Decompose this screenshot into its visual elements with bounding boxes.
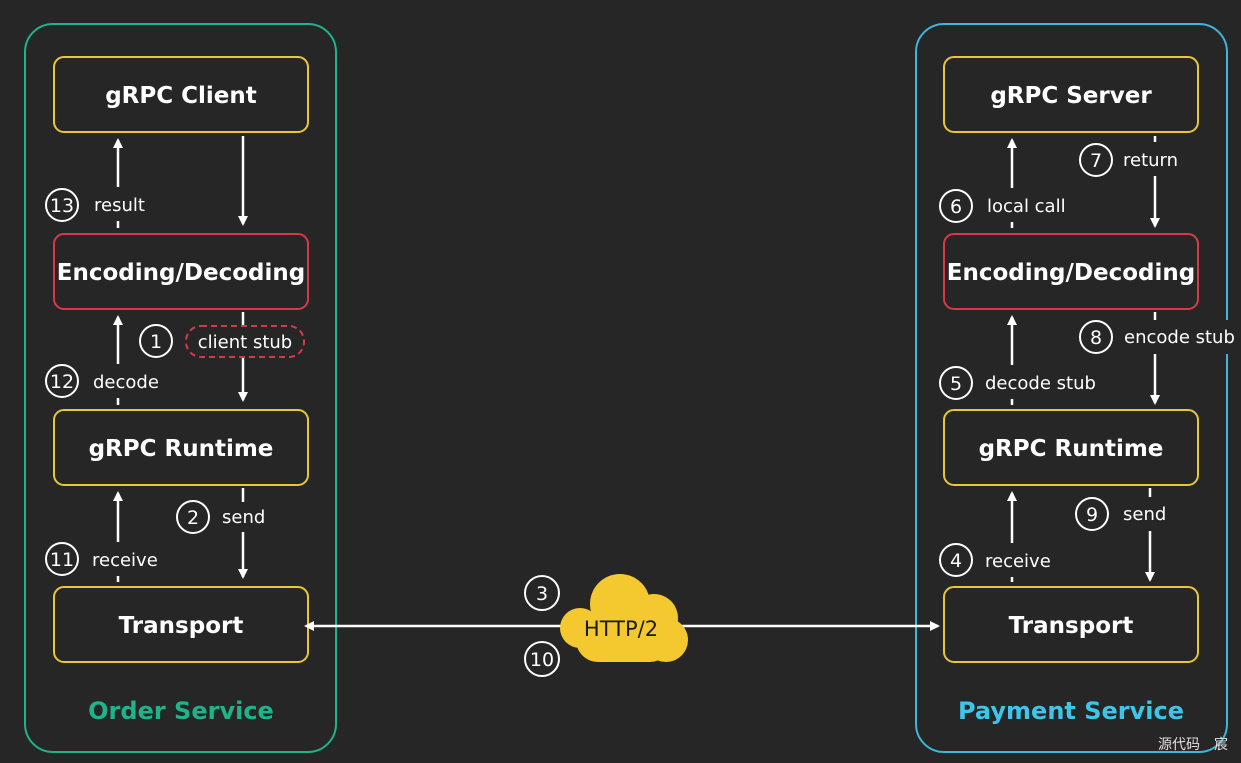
payment-transport-label: Transport: [1009, 613, 1134, 639]
step-7-number: 7: [1090, 150, 1102, 172]
payment-runtime-label: gRPC Runtime: [979, 436, 1164, 462]
step-11-label: receive: [92, 550, 158, 571]
payment-service-label: Payment Service: [958, 697, 1184, 725]
step-12-number: 12: [50, 371, 74, 393]
order-transport-label: Transport: [119, 613, 244, 639]
step-4-number: 4: [950, 550, 962, 572]
step-10-number: 10: [530, 649, 554, 671]
step-5-label: decode stub: [985, 373, 1096, 394]
order-codec-label: Encoding/Decoding: [57, 260, 305, 286]
step-7-label: return: [1123, 150, 1178, 171]
grpc-flow-diagram: gRPC Client Encoding/Decoding gRPC Runti…: [24, 23, 1240, 753]
step-9-label: send: [1123, 504, 1166, 525]
step-1-label: client stub: [198, 332, 292, 353]
step-2-number: 2: [187, 507, 199, 529]
step-11-number: 11: [50, 549, 74, 571]
watermark: 源代码 宸: [1158, 736, 1228, 753]
payment-codec-label: Encoding/Decoding: [947, 260, 1195, 286]
order-grpc-client-label: gRPC Client: [105, 83, 257, 109]
step-4-label: receive: [985, 551, 1051, 572]
step-13-label: result: [94, 195, 145, 216]
step-6-label: local call: [987, 196, 1066, 217]
order-runtime-label: gRPC Runtime: [89, 436, 274, 462]
step-8-number: 8: [1090, 327, 1102, 349]
step-6-number: 6: [950, 196, 962, 218]
step-3-number: 3: [536, 583, 548, 605]
step-12-label: decode: [93, 372, 159, 393]
step-5-number: 5: [950, 373, 962, 395]
step-13-number: 13: [50, 195, 74, 217]
http2-label: HTTP/2: [584, 617, 658, 641]
payment-grpc-server-label: gRPC Server: [990, 83, 1152, 109]
step-2-label: send: [222, 507, 265, 528]
step-1-number: 1: [150, 331, 162, 353]
step-9-number: 9: [1086, 504, 1098, 526]
order-service-label: Order Service: [88, 697, 274, 725]
step-8-label: encode stub: [1124, 327, 1235, 348]
